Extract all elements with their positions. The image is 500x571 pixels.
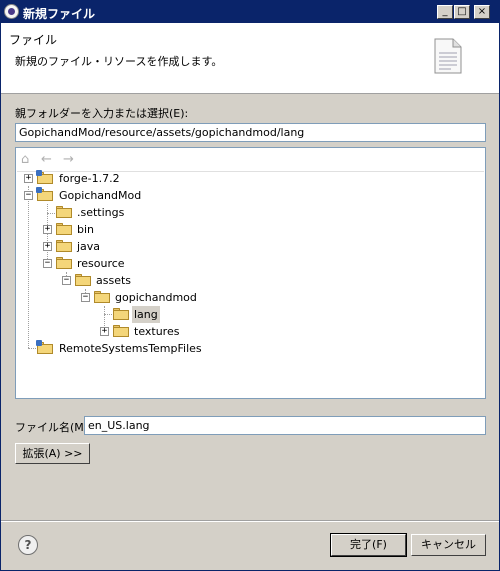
folder-icon [56, 223, 72, 235]
file-name-input[interactable]: en_US.lang [84, 416, 486, 435]
tree-item-label: gopichandmod [115, 291, 197, 304]
wizard-description: 新規のファイル・リソースを作成します。 [15, 55, 223, 68]
project-folder-icon [36, 340, 53, 354]
home-icon[interactable]: ⌂ [21, 152, 29, 167]
collapse-icon[interactable]: − [24, 191, 33, 200]
parent-folder-label: 親フォルダーを入力または選択(E): [15, 107, 189, 120]
new-file-dialog: 新規ファイル _ □ × ファイル 新規のファイル・リソースを作成します。 親フ… [0, 0, 500, 571]
expand-icon[interactable]: + [24, 174, 33, 183]
folder-icon [113, 325, 129, 337]
project-folder-icon [36, 170, 53, 184]
wizard-title: ファイル [9, 33, 58, 47]
tree-item-label-selected: lang [132, 306, 160, 323]
collapse-icon[interactable]: − [81, 293, 90, 302]
folder-icon [113, 308, 129, 320]
tree-item-label: forge-1.7.2 [59, 172, 120, 185]
expand-icon[interactable]: + [43, 225, 52, 234]
tree-item-label: textures [134, 325, 180, 338]
minimize-button[interactable]: _ [437, 5, 453, 19]
title-bar[interactable]: 新規ファイル _ □ × [1, 1, 499, 23]
finish-button[interactable]: 完了(F) [330, 533, 407, 557]
advanced-button[interactable]: 拡張(A) >> [15, 443, 90, 464]
collapse-icon[interactable]: − [43, 259, 52, 268]
expand-icon[interactable]: + [100, 327, 109, 336]
file-name-label: ファイル名(M): [15, 421, 92, 434]
folder-icon [56, 206, 72, 218]
folder-icon [75, 274, 91, 286]
help-icon[interactable]: ? [18, 535, 38, 555]
folder-icon [56, 240, 72, 252]
maximize-button[interactable]: □ [454, 5, 470, 19]
project-folder-icon [36, 187, 53, 201]
tree-toolbar: ⌂ ← → [17, 149, 484, 172]
folder-icon [56, 257, 72, 269]
tree-item-label: assets [96, 274, 132, 287]
cancel-button[interactable]: キャンセル [411, 534, 486, 556]
back-icon[interactable]: ← [41, 152, 52, 167]
tree-item-label: java [77, 240, 101, 253]
collapse-icon[interactable]: − [62, 276, 71, 285]
forward-icon[interactable]: → [63, 152, 74, 167]
tree-item-label: GopichandMod [59, 189, 142, 202]
folder-tree[interactable]: ⌂ ← → + forge-1.7.2 − GopichandMod .sett… [15, 147, 486, 399]
separator [1, 520, 499, 522]
new-file-icon [434, 38, 462, 74]
wizard-header: ファイル 新規のファイル・リソースを作成します。 [1, 23, 499, 94]
folder-icon [94, 291, 110, 303]
expand-icon[interactable]: + [43, 242, 52, 251]
eclipse-icon [4, 4, 19, 19]
parent-folder-input[interactable]: GopichandMod/resource/assets/gopichandmo… [15, 123, 486, 142]
window-title: 新規ファイル [23, 7, 96, 21]
close-button[interactable]: × [474, 5, 490, 19]
tree-item-label: RemoteSystemsTempFiles [59, 342, 202, 355]
tree-item-label: bin [77, 223, 95, 236]
tree-item-label: resource [77, 257, 125, 270]
tree-item-label: .settings [77, 206, 125, 219]
